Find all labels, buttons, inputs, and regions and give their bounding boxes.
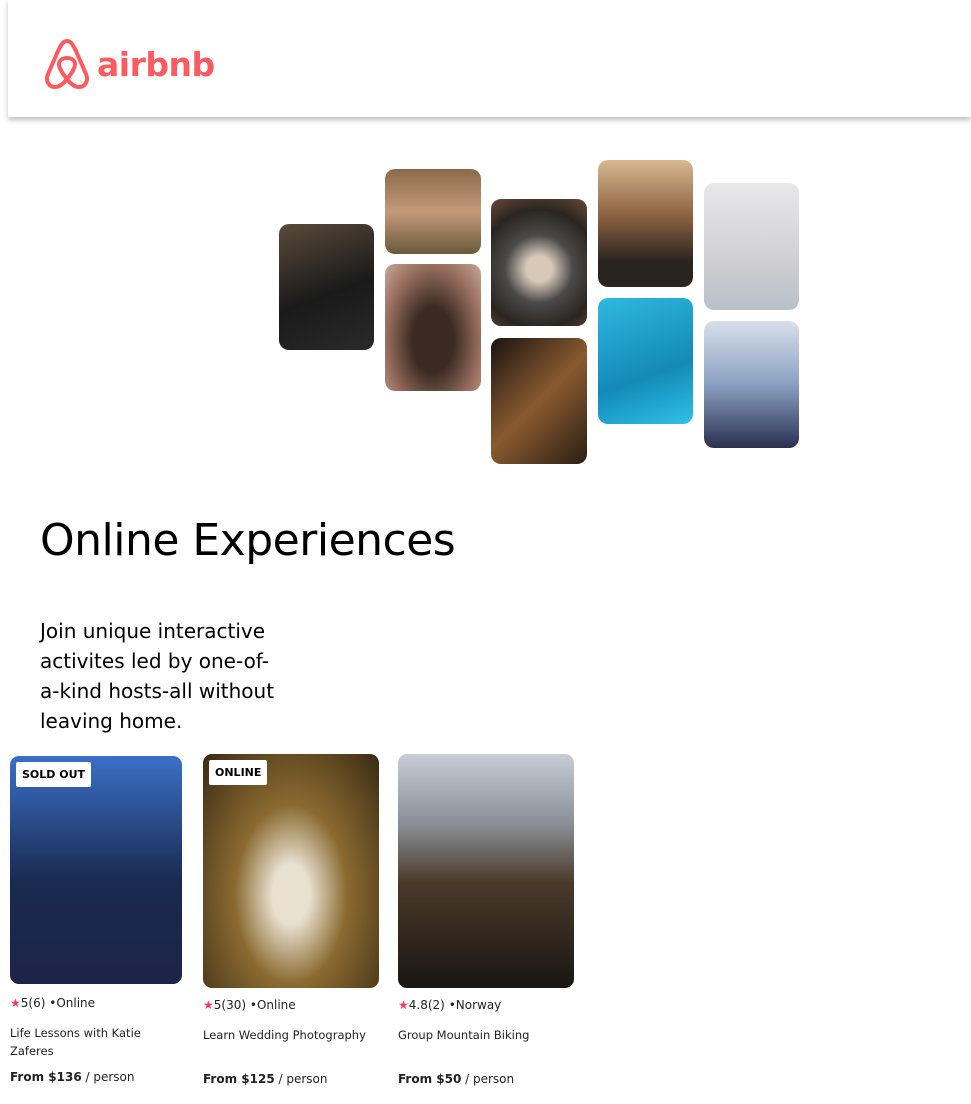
location: •Online xyxy=(49,996,96,1010)
photo-cooking xyxy=(279,224,374,350)
photo-swimmer xyxy=(598,298,693,424)
price: From $50 xyxy=(398,1072,462,1086)
logo-text: airbnb xyxy=(97,44,215,84)
location: •Norway xyxy=(448,998,502,1012)
rating: 4.8 xyxy=(408,998,428,1012)
page-title: Online Experiences xyxy=(40,515,456,566)
price: From $125 xyxy=(203,1072,275,1086)
star-icon: ★ xyxy=(203,998,214,1012)
experience-card[interactable]: ONLINE ★5(30) •Online Learn Wedding Phot… xyxy=(203,754,379,1086)
price-unit: / person xyxy=(461,1072,515,1086)
card-title: Group Mountain Biking xyxy=(398,1028,530,1042)
photo-portrait-host xyxy=(385,169,481,254)
photo-singer xyxy=(704,321,799,448)
card-title: Learn Wedding Photography xyxy=(203,1028,366,1042)
status-badge: SOLD OUT xyxy=(16,762,92,787)
card-image xyxy=(398,754,574,988)
photo-dancer-doorway xyxy=(385,264,481,391)
photo-yoga xyxy=(704,183,799,310)
photo-food-bowl xyxy=(491,199,587,326)
experience-card[interactable]: ★4.8(2) •Norway Group Mountain Biking Fr… xyxy=(398,754,574,1086)
price-unit: / person xyxy=(81,1070,135,1084)
review-count: (6) xyxy=(28,996,46,1010)
price-unit: / person xyxy=(274,1072,328,1086)
card-image: ONLINE xyxy=(203,754,379,988)
navbar: airbnb xyxy=(8,0,971,117)
airbnb-belo-icon xyxy=(44,39,90,89)
status-badge: ONLINE xyxy=(209,760,268,785)
airbnb-logo[interactable]: airbnb xyxy=(43,38,215,90)
star-icon: ★ xyxy=(10,996,21,1010)
experience-card[interactable]: SOLD OUT ★5(6) •Online Life Lessons with… xyxy=(10,756,182,1084)
photo-piano-microphone xyxy=(598,160,693,287)
location: •Online xyxy=(249,998,296,1012)
photo-guitar xyxy=(491,338,587,464)
review-count: (30) xyxy=(221,998,247,1012)
price: From $136 xyxy=(10,1070,82,1084)
intro-text: Join unique interactive activites led by… xyxy=(40,619,275,733)
card-image: SOLD OUT xyxy=(10,756,182,984)
star-icon: ★ xyxy=(398,998,409,1012)
card-title: Life Lessons with Katie Zaferes xyxy=(10,1026,141,1058)
review-count: (2) xyxy=(427,998,445,1012)
